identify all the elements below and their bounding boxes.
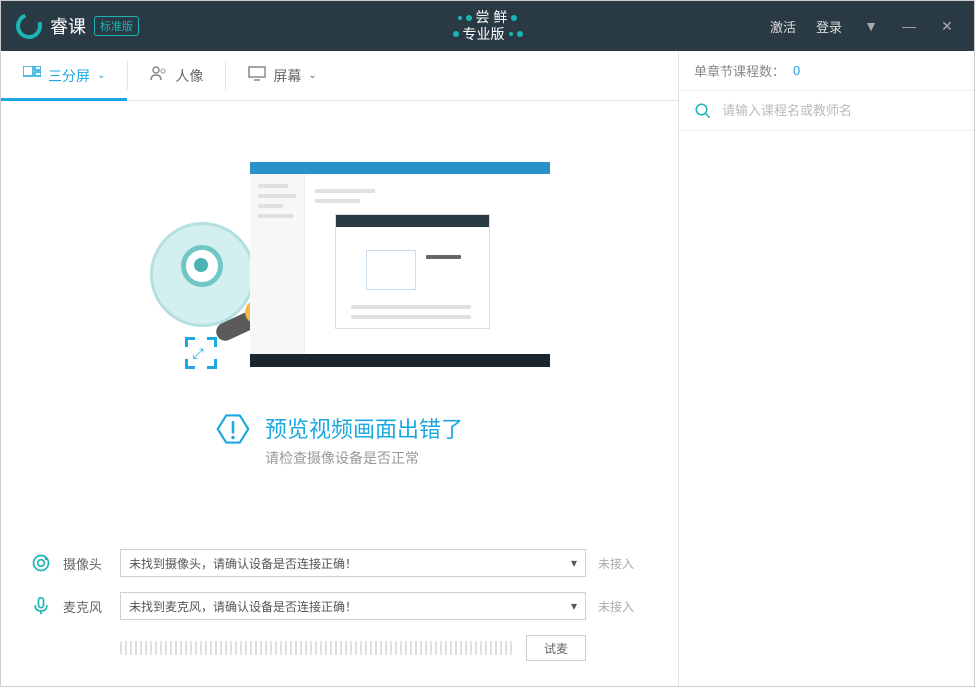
monitor-icon xyxy=(248,66,266,86)
dot-icon xyxy=(466,15,472,21)
search-input[interactable] xyxy=(722,103,959,118)
camera-select[interactable]: 未找到摄像头，请确认设备是否连接正确！ ▾ xyxy=(120,549,586,577)
device-settings: 摄像头 未找到摄像头，请确认设备是否连接正确！ ▾ 未接入 麦克风 未找到麦克风… xyxy=(1,529,678,686)
warning-icon xyxy=(216,412,250,446)
chevron-down-icon: ⌄ xyxy=(308,70,316,81)
course-search xyxy=(679,91,974,131)
mic-select[interactable]: 未找到麦克风，请确认设备是否连接正确！ ▾ xyxy=(120,592,586,620)
triple-screen-icon xyxy=(23,66,41,85)
camera-icon xyxy=(31,553,51,573)
chevron-down-icon: ▾ xyxy=(571,599,577,613)
right-sidebar: 单章节课程数： 0 xyxy=(679,51,974,686)
edition-badge: 标准版 xyxy=(94,16,139,36)
microphone-row: 麦克风 未找到麦克风，请确认设备是否连接正确！ ▾ 未接入 xyxy=(31,592,648,620)
titlebar-right: 激活 登录 ▼ — ✕ xyxy=(770,17,974,36)
mic-status: 未接入 xyxy=(598,598,648,615)
dot-icon xyxy=(509,32,513,36)
chapter-count-label: 单章节课程数： xyxy=(694,61,785,80)
main-content: 三分屏 ⌄ 人像 屏幕 ⌄ xyxy=(1,51,974,686)
dropdown-icon[interactable]: ▼ xyxy=(862,18,880,34)
tab-portrait[interactable]: 人像 xyxy=(128,51,225,100)
view-tabs: 三分屏 ⌄ 人像 屏幕 ⌄ xyxy=(1,51,678,101)
test-mic-button[interactable]: 试麦 xyxy=(526,635,586,661)
screen-thumbnail xyxy=(250,162,550,367)
dot-icon xyxy=(511,15,517,21)
app-logo-icon xyxy=(12,9,47,44)
search-icon xyxy=(694,102,712,120)
promo-banner[interactable]: 尝 鲜 专业版 xyxy=(453,9,523,43)
dot-icon xyxy=(453,31,459,37)
dot-icon xyxy=(517,31,523,37)
promo-text-1: 尝 鲜 xyxy=(476,9,508,26)
camera-label: 摄像头 xyxy=(63,554,108,573)
tab-triple-screen[interactable]: 三分屏 ⌄ xyxy=(1,51,127,100)
titlebar: 睿课 标准版 尝 鲜 专业版 激活 登录 ▼ — ✕ xyxy=(1,1,974,51)
chapter-count-header: 单章节课程数： 0 xyxy=(679,51,974,91)
mascot-icon xyxy=(150,222,255,327)
tab-label: 人像 xyxy=(175,66,203,86)
preview-error-message: 预览视频画面出错了 请检查摄像设备是否正常 xyxy=(216,412,463,468)
app-name: 睿课 xyxy=(50,13,86,39)
tab-label: 三分屏 xyxy=(48,66,90,86)
chevron-down-icon: ▾ xyxy=(571,556,577,570)
logo-area: 睿课 标准版 xyxy=(1,13,139,39)
mic-select-value: 未找到麦克风，请确认设备是否连接正确！ xyxy=(129,598,357,615)
capture-frame-icon: ⤢ xyxy=(185,337,217,369)
tab-screen[interactable]: 屏幕 ⌄ xyxy=(226,51,338,100)
mic-level-meter xyxy=(120,641,514,655)
activate-link[interactable]: 激活 xyxy=(770,17,796,36)
mic-level-row: 试麦 xyxy=(31,635,648,661)
left-pane: 三分屏 ⌄ 人像 屏幕 ⌄ xyxy=(1,51,679,686)
microphone-icon xyxy=(31,596,51,616)
dot-icon xyxy=(458,16,462,20)
minimize-icon[interactable]: — xyxy=(900,18,918,34)
tab-label: 屏幕 xyxy=(273,66,301,86)
error-title: 预览视频画面出错了 xyxy=(265,412,463,444)
camera-status: 未接入 xyxy=(598,555,648,572)
promo-text-2: 专业版 xyxy=(463,26,505,43)
error-subtitle: 请检查摄像设备是否正常 xyxy=(265,448,463,468)
person-icon xyxy=(150,65,168,86)
chapter-count-value: 0 xyxy=(793,63,800,78)
camera-row: 摄像头 未找到摄像头，请确认设备是否连接正确！ ▾ 未接入 xyxy=(31,549,648,577)
camera-select-value: 未找到摄像头，请确认设备是否连接正确！ xyxy=(129,555,357,572)
mic-label: 麦克风 xyxy=(63,597,108,616)
preview-area: ⤢ xyxy=(1,101,678,529)
preview-illustration: ⤢ xyxy=(150,162,530,382)
close-icon[interactable]: ✕ xyxy=(938,18,956,35)
chevron-down-icon: ⌄ xyxy=(97,70,105,81)
login-link[interactable]: 登录 xyxy=(816,17,842,36)
